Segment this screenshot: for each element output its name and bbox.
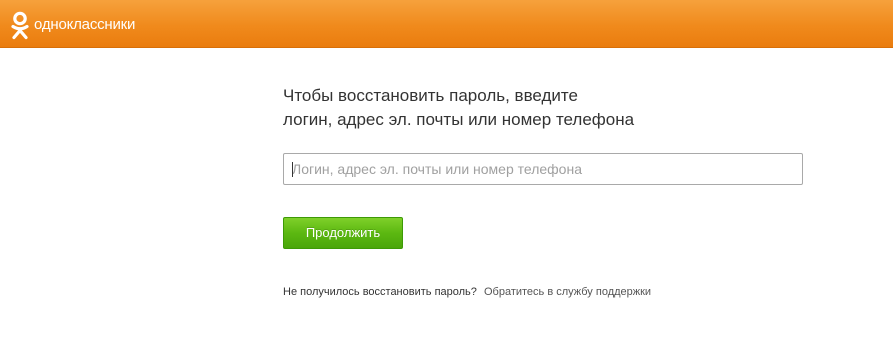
logo-text: одноклассники [34, 16, 136, 33]
continue-button[interactable]: Продолжить [283, 217, 403, 249]
recovery-form: Чтобы восстановить пароль, введите логин… [283, 84, 823, 298]
heading-line-2: логин, адрес эл. почты или номер телефон… [283, 110, 635, 129]
recovery-heading: Чтобы восстановить пароль, введите логин… [283, 84, 703, 132]
password-recovery-page: одноклассники Чтобы восстановить пароль,… [0, 0, 893, 361]
support-link[interactable]: Обратитесь в службу поддержки [484, 286, 651, 298]
heading-line-1: Чтобы восстановить пароль, введите [283, 86, 578, 105]
login-input[interactable] [284, 154, 802, 184]
login-field-wrapper [283, 153, 803, 185]
logo[interactable]: одноклассники [9, 11, 135, 41]
top-header: одноклассники [0, 0, 893, 48]
ok-logo-icon [11, 11, 29, 40]
help-question: Не получилось восстановить пароль? [283, 286, 477, 298]
help-line: Не получилось восстановить пароль? Обрат… [283, 285, 651, 299]
text-caret [292, 162, 293, 177]
